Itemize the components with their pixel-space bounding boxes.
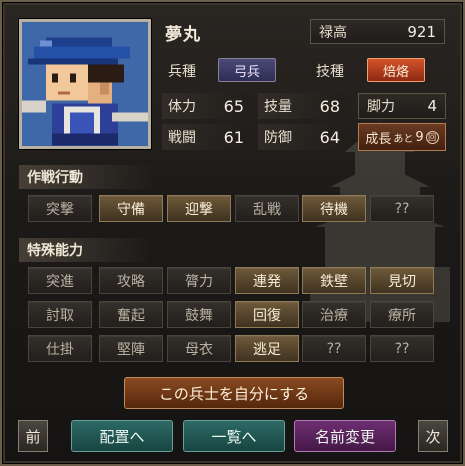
growth-badge: 成長 あと 9 回 <box>358 123 446 151</box>
unit-status-window: 夢丸 禄高 921 兵種 弓兵 技種 焙烙 体力 65 技量 68 脚力 4 戦… <box>0 0 465 466</box>
make-own-button[interactable]: この兵士を自分にする <box>124 377 344 409</box>
growth-label: 成長 <box>365 131 392 147</box>
combat-label: 戦闘 <box>168 130 196 146</box>
technique-label: 技種 <box>316 64 344 80</box>
ability-button[interactable]: ?? <box>370 335 434 362</box>
tactic-button[interactable]: 突撃 <box>28 195 92 222</box>
tactic-button[interactable]: ?? <box>370 195 434 222</box>
tactic-button[interactable]: 守備 <box>99 195 163 222</box>
ability-button[interactable]: 膂力 <box>167 267 231 294</box>
ability-button[interactable]: 療所 <box>370 301 434 328</box>
troop-type-value: 弓兵 <box>218 58 276 82</box>
ability-button[interactable]: 堅陣 <box>99 335 163 362</box>
ability-button[interactable]: 母衣 <box>167 335 231 362</box>
legs-label: 脚力 <box>367 99 395 115</box>
ability-button[interactable]: 討取 <box>28 301 92 328</box>
ability-button[interactable]: ?? <box>302 335 366 362</box>
troop-type-label: 兵種 <box>168 64 196 80</box>
ability-button[interactable]: 見切 <box>370 267 434 294</box>
defense-label: 防御 <box>264 130 292 146</box>
ability-button[interactable]: 連発 <box>235 267 299 294</box>
legs-stat: 脚力 4 <box>358 93 446 119</box>
defense-stat: 防御 64 <box>258 124 346 150</box>
ability-button[interactable]: 鉄壁 <box>302 267 366 294</box>
deploy-button[interactable]: 配置へ <box>71 420 173 452</box>
rename-button[interactable]: 名前変更 <box>294 420 396 452</box>
combat-stat: 戦闘 61 <box>162 124 250 150</box>
ashigaru-portrait-pixelart <box>22 22 148 146</box>
stipend-box: 禄高 921 <box>310 19 445 44</box>
ability-button[interactable]: 回復 <box>235 301 299 328</box>
unit-name: 夢丸 <box>165 25 201 45</box>
stipend-label: 禄高 <box>319 24 347 41</box>
skill-stat: 技量 68 <box>258 93 346 119</box>
technique-value: 焙烙 <box>367 58 425 82</box>
legs-value: 4 <box>427 97 437 115</box>
next-button[interactable]: 次 <box>418 420 448 452</box>
stamina-stat: 体力 65 <box>162 93 250 119</box>
growth-value: 9 <box>415 129 424 145</box>
growth-unit: 回 <box>425 130 439 144</box>
unit-portrait <box>19 19 151 149</box>
ability-button[interactable]: 鼓舞 <box>167 301 231 328</box>
tactic-button[interactable]: 乱戦 <box>235 195 299 222</box>
stamina-label: 体力 <box>168 99 196 115</box>
combat-value: 61 <box>223 127 244 147</box>
list-button[interactable]: 一覧へ <box>183 420 285 452</box>
ability-button[interactable]: 攻略 <box>99 267 163 294</box>
ability-button[interactable]: 突進 <box>28 267 92 294</box>
ability-button[interactable]: 奮起 <box>99 301 163 328</box>
stipend-value: 921 <box>407 22 436 41</box>
tactic-button[interactable]: 待機 <box>302 195 366 222</box>
tactic-button[interactable]: 迎撃 <box>167 195 231 222</box>
tactics-title: 作戦行動 <box>19 165 154 189</box>
ability-button[interactable]: 治療 <box>302 301 366 328</box>
skill-value: 68 <box>319 96 340 116</box>
ability-button[interactable]: 仕掛 <box>28 335 92 362</box>
defense-value: 64 <box>319 127 340 147</box>
growth-after: あと <box>393 133 414 145</box>
prev-button[interactable]: 前 <box>18 420 48 452</box>
abilities-title: 特殊能力 <box>19 238 154 262</box>
skill-label: 技量 <box>264 99 292 115</box>
ability-button[interactable]: 逃足 <box>235 335 299 362</box>
stamina-value: 65 <box>223 96 244 116</box>
